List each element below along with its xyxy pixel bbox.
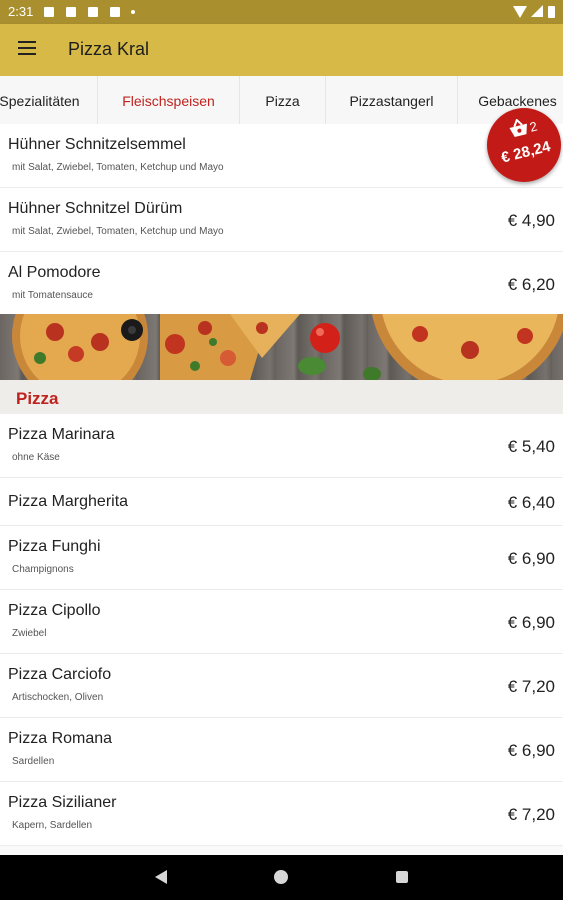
- list-item[interactable]: Pizza Carciofo Artischocken, Oliven € 7,…: [0, 654, 563, 718]
- hamburger-menu-icon[interactable]: [18, 41, 36, 55]
- list-item[interactable]: Pizza Sizilianer Kapern, Sardellen € 7,2…: [0, 782, 563, 846]
- item-price: € 5,40: [507, 437, 555, 456]
- home-icon[interactable]: [274, 870, 288, 884]
- item-description: mit Salat, Zwiebel, Tomaten, Ketchup und…: [12, 162, 224, 173]
- item-price: € 6,40: [507, 493, 555, 512]
- recents-icon[interactable]: [396, 871, 408, 883]
- item-price: € 7,20: [507, 677, 555, 696]
- item-description: Champignons: [12, 564, 74, 575]
- item-description: Zwiebel: [12, 628, 47, 639]
- signal-icon: [531, 5, 543, 17]
- app-bar: Pizza Kral: [0, 24, 563, 76]
- item-description: Artischocken, Oliven: [12, 692, 104, 703]
- tab-pizza[interactable]: Pizza: [240, 76, 326, 126]
- list-item[interactable]: Pizza Cipollo Zwiebel € 6,90: [0, 590, 563, 654]
- item-price: € 7,20: [507, 805, 555, 824]
- list-item[interactable]: Pizza Funghi Champignons € 6,90: [0, 526, 563, 590]
- item-name: Al Pomodore: [8, 264, 101, 281]
- item-name: Pizza Romana: [8, 730, 113, 747]
- item-description: Kapern, Sardellen: [12, 820, 93, 831]
- item-description: mit Tomatensauce: [12, 290, 93, 301]
- list-item[interactable]: Pizza Margherita € 6,40: [0, 478, 563, 526]
- item-price: € 6,90: [507, 613, 555, 632]
- section-header-pizza: Pizza: [0, 380, 563, 416]
- tab-fleischspeisen[interactable]: Fleischspeisen: [98, 76, 240, 126]
- item-description: Sardellen: [12, 756, 55, 767]
- tab-pizzastangerl[interactable]: Pizzastangerl: [326, 76, 458, 126]
- section-title: Pizza: [16, 389, 59, 408]
- notification-icon: [88, 7, 98, 17]
- pizza-items-list: Pizza Marinara ohne Käse € 5,40 Pizza Ma…: [0, 414, 563, 846]
- notification-icon: [66, 7, 76, 17]
- status-time: 2:31: [8, 4, 34, 19]
- item-price: € 4,90: [507, 211, 555, 230]
- item-name: Pizza Funghi: [8, 538, 101, 555]
- item-name: Pizza Carciofo: [8, 666, 112, 683]
- item-name: Pizza Cipollo: [8, 602, 101, 619]
- pizza-banner-image: [0, 314, 563, 380]
- app-title: Pizza Kral: [68, 39, 150, 59]
- item-price: € 6,90: [507, 549, 555, 568]
- cart-button[interactable]: 2 € 28,24: [487, 108, 561, 182]
- item-description: mit Salat, Zwiebel, Tomaten, Ketchup und…: [12, 226, 224, 237]
- meat-items-list: Hühner Schnitzelsemmel mit Salat, Zwiebe…: [0, 124, 563, 316]
- list-item[interactable]: Pizza Marinara ohne Käse € 5,40: [0, 414, 563, 478]
- cart-total: € 28,24: [499, 137, 553, 167]
- item-name: Pizza Sizilianer: [8, 794, 117, 811]
- item-name: Pizza Margherita: [8, 493, 129, 510]
- back-icon[interactable]: [155, 870, 167, 884]
- status-bar: 2:31: [0, 0, 563, 24]
- item-description: ohne Käse: [12, 452, 60, 463]
- notification-icon: [44, 7, 54, 17]
- item-name: Pizza Marinara: [8, 426, 115, 443]
- list-item[interactable]: Al Pomodore mit Tomatensauce € 6,20: [0, 252, 563, 316]
- item-price: € 6,90: [507, 741, 555, 760]
- item-price: € 6,20: [507, 275, 555, 294]
- list-item[interactable]: Hühner Schnitzelsemmel mit Salat, Zwiebe…: [0, 124, 563, 188]
- list-item[interactable]: Hühner Schnitzel Dürüm mit Salat, Zwiebe…: [0, 188, 563, 252]
- system-nav-bar: [0, 855, 563, 900]
- battery-icon: [548, 6, 555, 18]
- item-name: Hühner Schnitzelsemmel: [8, 136, 186, 153]
- shopping-basket-icon: [509, 118, 527, 137]
- dot-icon: [131, 10, 135, 14]
- list-item[interactable]: Pizza Romana Sardellen € 6,90: [0, 718, 563, 782]
- tab-spezialitaeten[interactable]: Spezialitäten: [0, 76, 98, 126]
- wifi-icon: [513, 6, 527, 18]
- notification-icon: [110, 7, 120, 17]
- item-name: Hühner Schnitzel Dürüm: [8, 200, 183, 217]
